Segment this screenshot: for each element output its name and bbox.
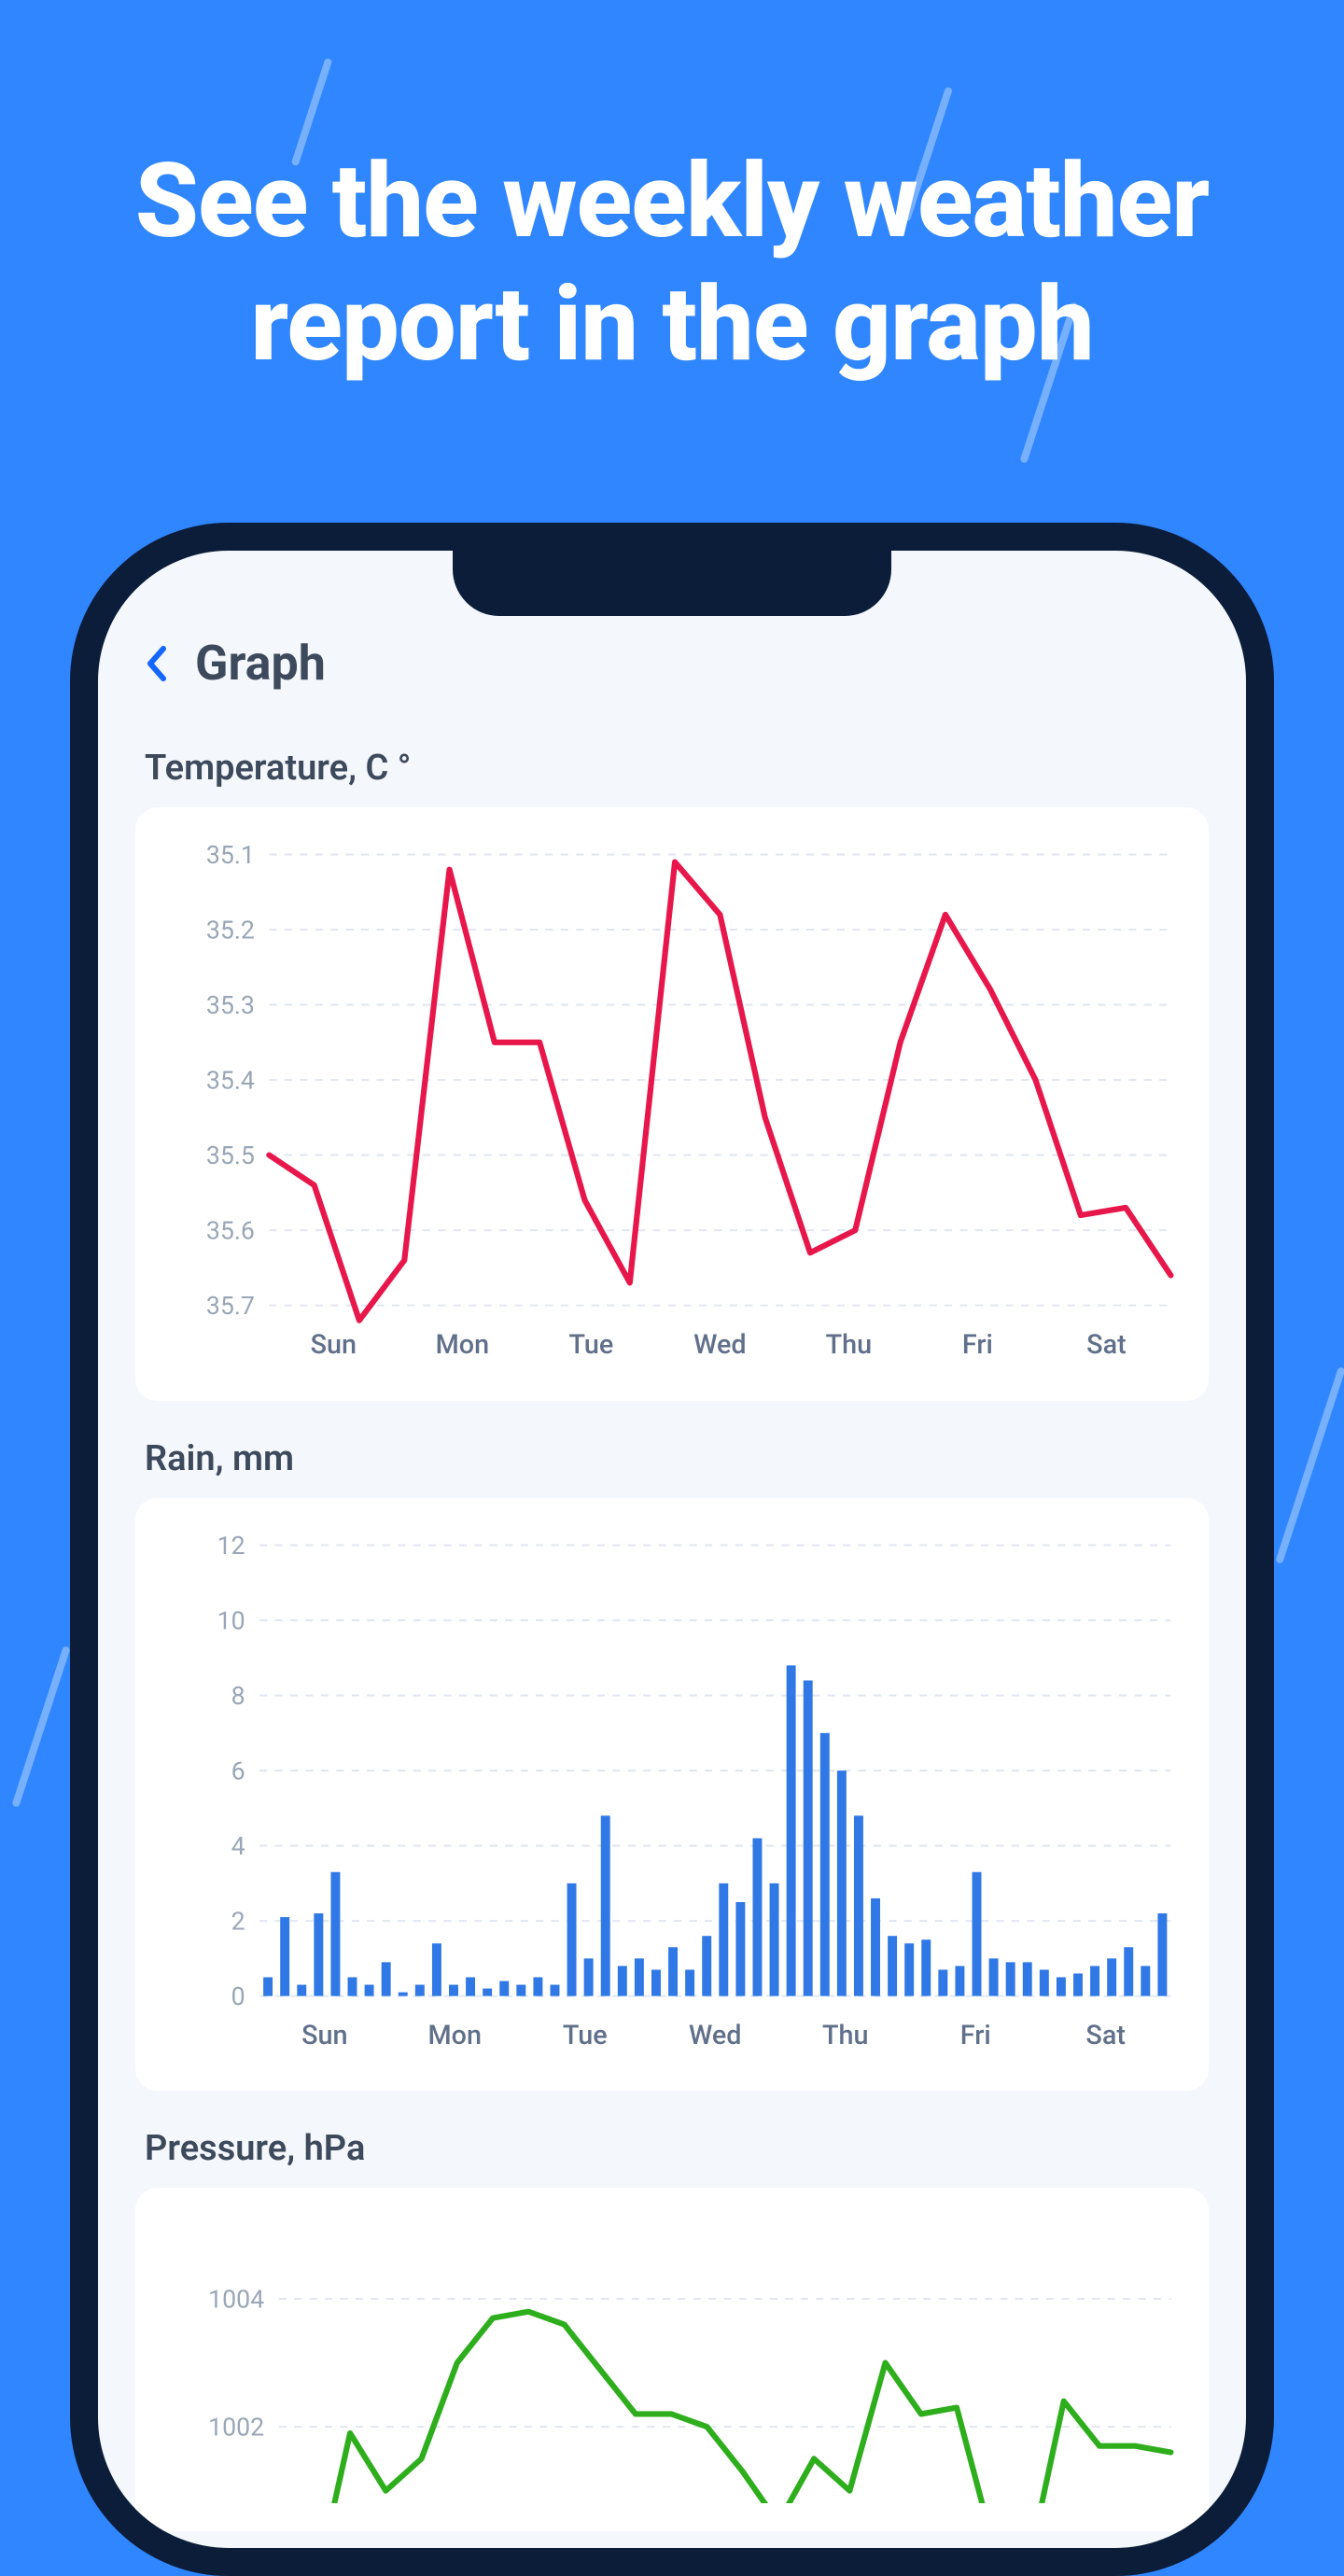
svg-text:Thu: Thu	[822, 2020, 869, 2051]
temperature-chart-card: 35.1 35.2 35.3 35.4 35.5 35.6 35.7 Sun Mon Tue Wed…	[135, 807, 1209, 1401]
svg-text:Sun: Sun	[311, 1329, 357, 1361]
svg-text:Fri: Fri	[962, 1329, 993, 1361]
svg-text:Wed: Wed	[689, 2020, 742, 2051]
svg-text:35.3: 35.3	[206, 990, 255, 1020]
svg-text:35.2: 35.2	[206, 915, 255, 945]
svg-text:35.6: 35.6	[206, 1215, 255, 1245]
svg-text:1004: 1004	[208, 2284, 264, 2314]
svg-text:35.4: 35.4	[206, 1065, 255, 1095]
svg-text:0: 0	[231, 1981, 245, 2010]
app-header: Graph	[135, 635, 1209, 710]
svg-text:Sat: Sat	[1085, 2020, 1126, 2051]
svg-text:4: 4	[231, 1830, 245, 1860]
svg-text:8: 8	[231, 1680, 245, 1710]
rain-chart: 0 2 4 6 8 10 12 Sun Mon Tue Wed Thu Fri Sat	[154, 1526, 1190, 2064]
phone-frame: Graph Temperature, C ° 35.135.235.335.43…	[70, 523, 1274, 2576]
svg-text:Mon: Mon	[436, 1329, 489, 1361]
rain-label: Rain, mm	[145, 1438, 1209, 1479]
svg-text:1002: 1002	[208, 2412, 264, 2442]
svg-text:Wed: Wed	[693, 1329, 747, 1361]
svg-text:12: 12	[217, 1530, 245, 1560]
svg-text:Fri: Fri	[960, 2020, 991, 2051]
svg-text:Tue: Tue	[563, 2020, 608, 2051]
svg-text:Sun: Sun	[301, 2020, 347, 2051]
temperature-chart: 35.1 35.2 35.3 35.4 35.5 35.6 35.7 Sun Mon Tue Wed…	[154, 835, 1190, 1373]
rain-chart-card: 0 2 4 6 8 10 12 Sun Mon Tue Wed Thu Fri Sat	[135, 1498, 1209, 2092]
svg-text:35.1: 35.1	[206, 840, 255, 870]
page-title: Graph	[195, 635, 326, 692]
svg-text:Thu: Thu	[826, 1329, 873, 1361]
pressure-label: Pressure, hPa	[145, 2128, 1209, 2169]
rain-streak	[11, 1645, 70, 1808]
svg-text:Tue: Tue	[568, 1329, 613, 1361]
svg-text:35.5: 35.5	[206, 1141, 255, 1170]
rain-streak	[1275, 1366, 1344, 1564]
pressure-chart-card: 100010021004	[135, 2188, 1209, 2531]
svg-text:Sat: Sat	[1086, 1329, 1127, 1361]
temperature-label: Temperature, C °	[145, 748, 1209, 789]
svg-text:10: 10	[217, 1605, 245, 1635]
promo-headline: See the weekly weather report in the gra…	[0, 140, 1344, 386]
app-screen: Graph Temperature, C ° 35.135.235.335.43…	[98, 551, 1246, 2548]
chevron-left-icon	[145, 645, 167, 682]
svg-text:2: 2	[231, 1906, 245, 1936]
back-button[interactable]	[145, 645, 167, 682]
pressure-chart: 100010021004	[154, 2216, 1190, 2503]
svg-text:Mon: Mon	[428, 2020, 483, 2051]
phone-notch	[453, 551, 891, 616]
svg-text:6: 6	[231, 1756, 245, 1785]
svg-text:35.7: 35.7	[206, 1291, 255, 1321]
